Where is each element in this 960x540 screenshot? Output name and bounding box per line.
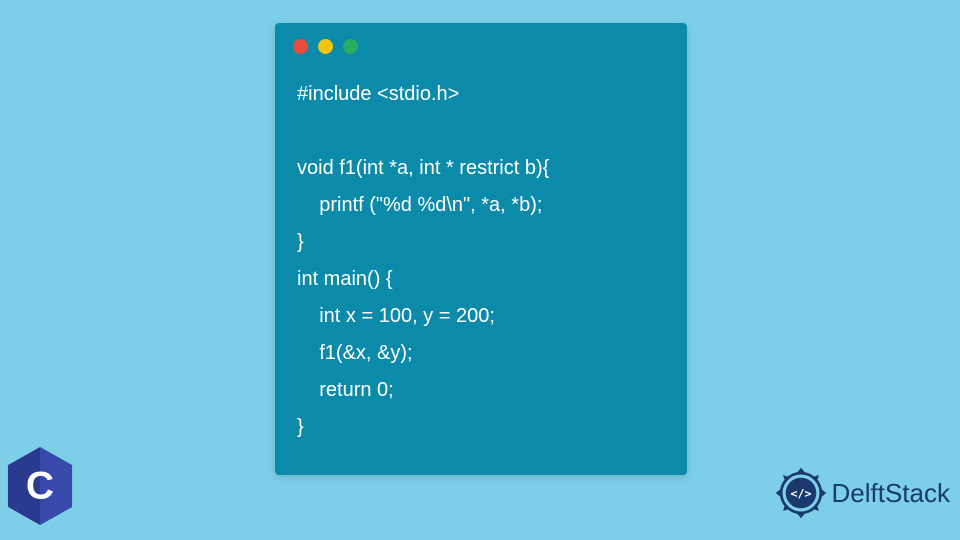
- window-controls: [275, 23, 687, 62]
- delftstack-text: DelftStack: [832, 478, 951, 509]
- svg-text:C: C: [26, 465, 54, 508]
- delftstack-logo: </> DelftStack: [774, 466, 951, 520]
- code-window: #include <stdio.h> void f1(int *a, int *…: [275, 23, 687, 475]
- close-dot-icon: [293, 39, 308, 54]
- svg-text:</>: </>: [790, 487, 811, 501]
- delftstack-gear-icon: </>: [774, 466, 828, 520]
- maximize-dot-icon: [343, 39, 358, 54]
- code-content: #include <stdio.h> void f1(int *a, int *…: [275, 62, 687, 460]
- minimize-dot-icon: [318, 39, 333, 54]
- c-language-logo-icon: C: [5, 447, 75, 525]
